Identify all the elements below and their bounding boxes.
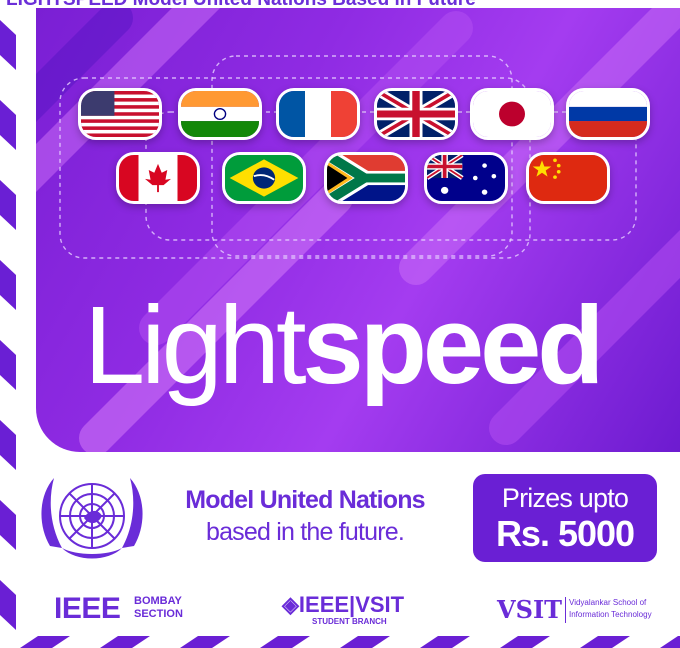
- brazil-flag-icon: [222, 152, 306, 204]
- vsit-line2: Information Technology: [569, 610, 652, 619]
- prize-badge: Prizes upto Rs. 5000: [473, 474, 657, 562]
- vsit-logo: VSIT Vidyalankar School of Information T…: [497, 594, 667, 630]
- vsit-line1: Vidyalankar School of: [569, 598, 647, 607]
- japan-flag-icon: [470, 88, 554, 140]
- france-flag-icon: [276, 88, 360, 140]
- left-stripe-border: [0, 0, 16, 648]
- bottom-stripe-border: [0, 632, 680, 648]
- prize-label: Prizes upto: [501, 483, 629, 513]
- wordmark-bold-part: speed: [302, 284, 605, 407]
- india-flag-icon: [178, 88, 262, 140]
- lightspeed-wordmark: Lightspeed: [84, 286, 680, 406]
- vsit-main: VSIT: [497, 595, 563, 624]
- russia-flag-icon: [566, 88, 650, 140]
- china-flag-icon: [526, 152, 610, 204]
- ieee-bombay-caption: BOMBAY SECTION: [134, 595, 183, 621]
- event-subtitle: based in the future.: [205, 518, 405, 546]
- australia-flag-icon: [424, 152, 508, 204]
- hero-banner: Lightspeed: [36, 8, 680, 452]
- wordmark-light-part: Light: [84, 284, 307, 407]
- event-title: Model United Nations: [185, 486, 425, 514]
- ieee-bombay-main: IEEE: [54, 592, 121, 625]
- vsit-caption: Vidyalankar School of Information Techno…: [569, 597, 652, 621]
- un-emblem-icon: [36, 466, 148, 572]
- south-africa-flag-icon: [324, 152, 408, 204]
- ieee-bombay-line2: SECTION: [134, 608, 183, 620]
- canada-flag-icon: [116, 152, 200, 204]
- ieee-vsit-sub: STUDENT BRANCH: [312, 617, 387, 626]
- prize-amount: Rs. 5000: [495, 513, 635, 554]
- uk-flag-icon: [374, 88, 458, 140]
- ieee-bombay-line1: BOMBAY: [134, 595, 182, 607]
- ieee-vsit-student-branch-logo: ◈IEEE|VSIT STUDENT BRANCH: [282, 592, 412, 632]
- usa-flag-icon: [78, 88, 162, 140]
- ieee-vsit-main: ◈IEEE|VSIT: [282, 592, 405, 617]
- vsit-divider: [565, 597, 566, 623]
